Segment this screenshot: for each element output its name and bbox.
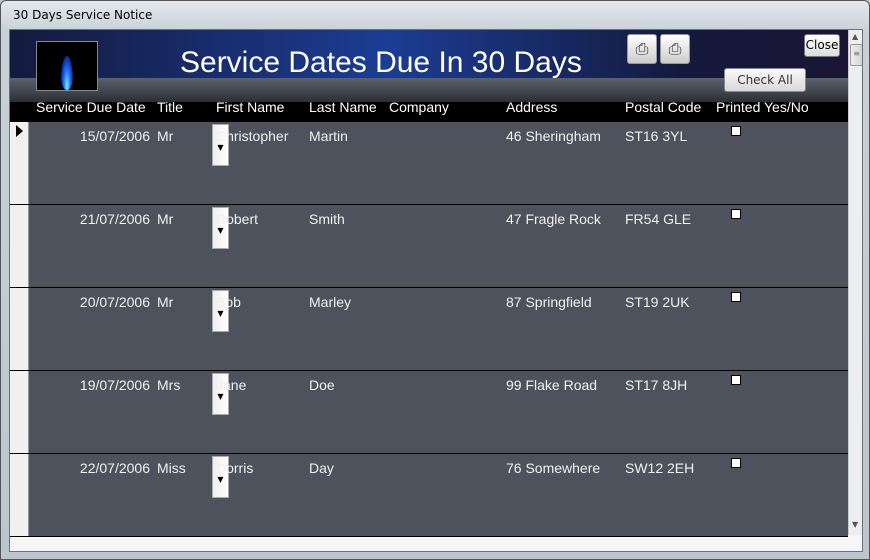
record-selector[interactable] [10,454,29,536]
vertical-scrollbar[interactable]: ▲ ≡ ▼ [848,30,862,535]
current-record-arrow-icon [16,125,23,137]
first-name[interactable]: Bob [216,292,241,312]
address[interactable]: 46 Sheringham [506,126,606,146]
column-header-title: Title [157,99,183,115]
address[interactable]: 99 Flake Road [506,375,606,395]
postal-code[interactable]: ST17 8JH [625,375,687,395]
printer-icon: ⎙ [668,39,682,58]
scroll-down-arrow-icon[interactable]: ▼ [852,520,858,529]
address[interactable]: 47 Fragle Rock [506,209,606,229]
record-body: 20/07/2006 Mr ▼ Bob Marley 87 Springfiel… [29,288,848,370]
page-title: Service Dates Due In 30 Days [180,46,582,79]
column-header-printed: Printed Yes/No [716,99,809,115]
last-name[interactable]: Smith [309,209,345,229]
postal-code[interactable]: SW12 2EH [625,458,694,478]
flame-logo [36,41,98,91]
column-header-postal-code: Postal Code [625,99,702,115]
form: Service Dates Due In 30 Days ⎙ ⎙ Close C… [9,29,863,552]
close-button[interactable]: Close [804,34,840,57]
postal-code[interactable]: ST16 3YL [625,126,687,146]
postal-code[interactable]: ST19 2UK [625,292,690,312]
title-field[interactable]: Miss [157,458,186,478]
last-name[interactable]: Doe [309,375,335,395]
service-due-date[interactable]: 15/07/2006 [29,126,150,146]
last-name[interactable]: Martin [309,126,348,146]
table-row[interactable]: 21/07/2006 Mr ▼ Robert Smith 47 Fragle R… [10,205,848,288]
record-selector[interactable] [10,122,29,204]
printed-checkbox[interactable] [731,375,741,385]
title-field[interactable]: Mrs [157,375,180,395]
record-selector[interactable] [10,205,29,287]
service-due-date[interactable]: 20/07/2006 [29,292,150,312]
scroll-up-arrow-icon[interactable]: ▲ [852,32,858,41]
record-list: 15/07/2006 Mr ▼ Christopher Martin 46 Sh… [10,122,848,537]
column-header-company: Company [389,99,449,115]
printed-checkbox[interactable] [731,126,741,136]
printed-checkbox[interactable] [731,209,741,219]
first-name[interactable]: Robert [216,209,258,229]
last-name[interactable]: Day [309,458,334,478]
column-header-last-name: Last Name [309,99,377,115]
printed-checkbox[interactable] [731,458,741,468]
column-header-first-name: First Name [216,99,285,115]
service-due-date[interactable]: 22/07/2006 [29,458,150,478]
title-field[interactable]: Mr [157,209,173,229]
window-title: 30 Days Service Notice [13,8,153,22]
service-due-date[interactable]: 21/07/2006 [29,209,150,229]
column-header-address: Address [506,99,558,115]
postal-code[interactable]: FR54 GLE [625,209,691,229]
service-due-date[interactable]: 19/07/2006 [29,375,150,395]
window: 30 Days Service Notice Service Dates Due… [0,0,870,560]
print-button[interactable]: ⎙ [660,34,690,64]
record-body: 15/07/2006 Mr ▼ Christopher Martin 46 Sh… [29,122,848,204]
scroll-thumb[interactable]: ≡ [850,44,862,66]
first-name[interactable]: Jane [216,375,246,395]
table-row[interactable]: 15/07/2006 Mr ▼ Christopher Martin 46 Sh… [10,122,848,205]
table-row[interactable]: 22/07/2006 Miss ▼ Dorris Day 76 Somewher… [10,454,848,537]
printed-checkbox[interactable] [731,292,741,302]
check-all-button[interactable]: Check All [724,68,806,92]
last-name[interactable]: Marley [309,292,351,312]
form-header: Service Dates Due In 30 Days ⎙ ⎙ Close C… [10,30,848,122]
record-selector[interactable] [10,371,29,453]
table-row[interactable]: 19/07/2006 Mrs ▼ Jane Doe 99 Flake Road … [10,371,848,454]
first-name[interactable]: Christopher [216,126,288,146]
printer-icon: ⎙ [635,39,649,58]
address[interactable]: 76 Somewhere [506,458,606,478]
title-field[interactable]: Mr [157,126,173,146]
column-header-date: Service Due Date [36,99,146,115]
record-body: 19/07/2006 Mrs ▼ Jane Doe 99 Flake Road … [29,371,848,453]
record-selector[interactable] [10,288,29,370]
record-body: 22/07/2006 Miss ▼ Dorris Day 76 Somewher… [29,454,848,536]
first-name[interactable]: Dorris [216,458,253,478]
table-row[interactable]: 20/07/2006 Mr ▼ Bob Marley 87 Springfiel… [10,288,848,371]
title-field[interactable]: Mr [157,292,173,312]
record-body: 21/07/2006 Mr ▼ Robert Smith 47 Fragle R… [29,205,848,287]
address[interactable]: 87 Springfield [506,292,606,312]
print-preview-button[interactable]: ⎙ [627,34,657,64]
flame-icon [61,56,73,90]
